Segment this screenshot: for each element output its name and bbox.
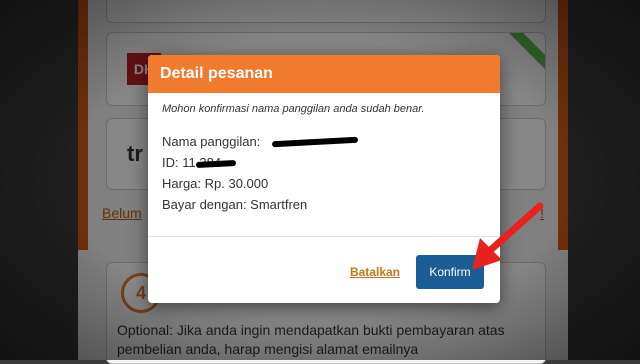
nickname-label: Nama panggilan: <box>162 134 261 149</box>
redaction-scribble <box>195 159 237 169</box>
modal-title: Detail pesanan <box>160 65 273 82</box>
id-label: ID: <box>162 155 179 170</box>
modal-footer: Batalkan Konfirm <box>148 236 500 303</box>
modal-body: Mohon konfirmasi nama panggilan anda sud… <box>148 93 500 215</box>
price-row: Harga: Rp. 30.000 <box>162 176 269 191</box>
nickname-row: Nama panggilan: <box>162 131 486 152</box>
modal-header: Detail pesanan <box>148 55 500 93</box>
payment-method-row: Bayar dengan: Smartfren <box>162 197 308 212</box>
redaction-scribble <box>271 136 359 148</box>
id-row: ID: 11 384 <box>162 152 486 173</box>
confirmation-note: Mohon konfirmasi nama panggilan anda sud… <box>162 103 425 115</box>
red-arrow-icon <box>472 202 544 270</box>
cancel-link[interactable]: Batalkan <box>350 265 400 279</box>
order-detail-modal: Detail pesanan Mohon konfirmasi nama pan… <box>148 55 500 303</box>
